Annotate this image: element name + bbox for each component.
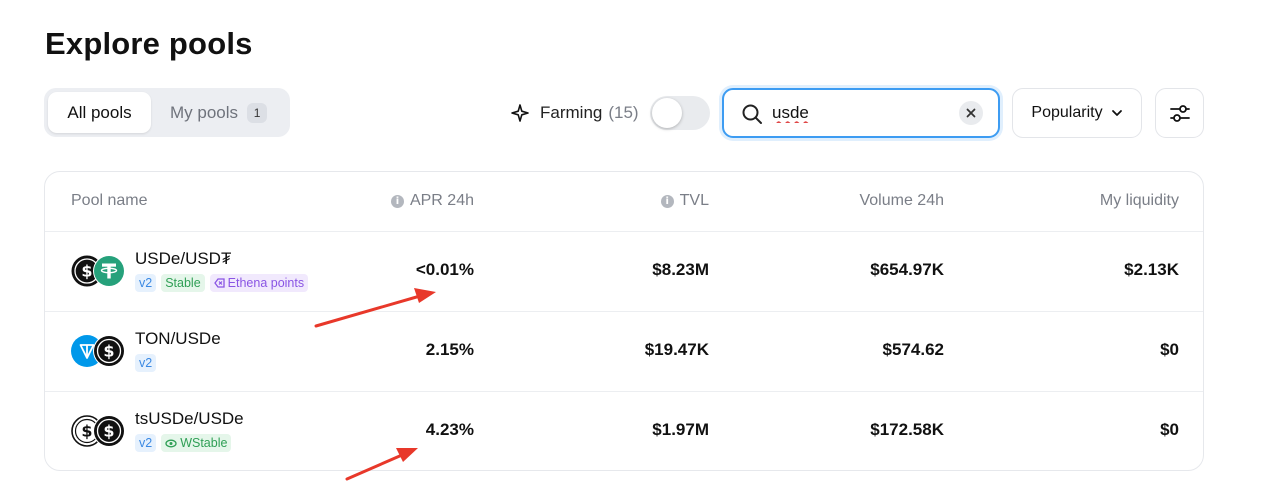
column-apr[interactable]: i APR 24h: [390, 192, 474, 210]
svg-text:$: $: [103, 422, 114, 441]
pool-tags: v2 WStable: [135, 434, 232, 452]
sort-dropdown[interactable]: Popularity: [1012, 88, 1142, 138]
tvl-value: $8.23M: [652, 260, 709, 279]
info-icon[interactable]: i: [660, 194, 674, 208]
pool-pair-name: TON/USDe: [135, 329, 221, 348]
column-my-liquidity[interactable]: My liquidity: [1100, 192, 1179, 210]
column-label: Volume 24h: [859, 192, 944, 209]
farming-label: Farming: [540, 103, 603, 122]
farming-toggle[interactable]: [650, 96, 710, 130]
sliders-icon: [1170, 105, 1190, 122]
liquidity-value: $0: [1160, 340, 1179, 359]
eye-icon: [165, 439, 177, 447]
pool-pair-name: tsUSDe/USDe: [135, 409, 244, 428]
tag-v2: v2: [135, 354, 157, 372]
pool-tabs: All pools My pools 1: [44, 88, 290, 137]
svg-text:$: $: [81, 422, 92, 441]
pair-icons: $: [71, 255, 129, 287]
pools-table: Pool name i APR 24h i TVL Volume 24h My …: [44, 171, 1204, 471]
page-title: Explore pools: [45, 26, 253, 61]
search-icon: [742, 104, 762, 124]
tab-my-pools[interactable]: My pools 1: [158, 92, 286, 133]
tag-wstable: WStable: [161, 434, 232, 452]
pool-tags: v2: [135, 354, 157, 372]
column-tvl[interactable]: i TVL: [660, 192, 709, 210]
toggle-knob: [652, 98, 682, 128]
svg-text:$: $: [81, 262, 92, 281]
tag-ethena-points: Ethena points: [209, 274, 309, 292]
tab-all-pools-label: All pools: [67, 102, 132, 122]
liquidity-value: $2.13K: [1124, 260, 1179, 279]
tag-stable: Stable: [161, 274, 205, 292]
clear-search-button[interactable]: [959, 101, 983, 125]
volume-value: $574.62: [882, 340, 944, 359]
tag-v2: v2: [135, 274, 157, 292]
sparkle-icon: [511, 104, 529, 122]
column-label: TVL: [679, 192, 709, 209]
column-label: My liquidity: [1099, 192, 1179, 209]
tether-coin-icon: [93, 255, 125, 287]
chevron-down-icon: [1111, 110, 1122, 116]
search-box: [722, 88, 1000, 138]
tag-wstable-label: WStable: [180, 436, 228, 450]
tab-all-pools[interactable]: All pools: [48, 92, 151, 133]
apr-value: 2.15%: [425, 340, 474, 359]
usde-coin-icon: $: [93, 415, 125, 447]
column-pool-name: Pool name: [71, 192, 148, 210]
pair-icons: $ $: [71, 415, 129, 447]
column-volume[interactable]: Volume 24h: [859, 192, 944, 210]
liquidity-value: $0: [1160, 420, 1179, 439]
sort-label: Popularity: [1031, 104, 1103, 121]
volume-value: $654.97K: [870, 260, 944, 279]
farming-count: (15): [608, 103, 639, 122]
table-row[interactable]: $ USDe/USD₮ v2 Stable Ethena points <0.0…: [45, 231, 1203, 312]
usde-coin-icon: $: [93, 335, 125, 367]
filter-settings-button[interactable]: [1155, 88, 1204, 138]
table-header: Pool name i APR 24h i TVL Volume 24h My …: [45, 172, 1203, 232]
search-input[interactable]: [772, 101, 952, 125]
farming-filter: Farming (15): [510, 100, 639, 126]
ethena-icon: [213, 278, 225, 288]
column-label: Pool name: [71, 192, 148, 209]
apr-value: <0.01%: [415, 260, 474, 279]
table-row[interactable]: $ $ tsUSDe/USDe v2 WStable 4.23% $1.97M …: [45, 391, 1203, 470]
svg-text:$: $: [103, 342, 114, 361]
tvl-value: $19.47K: [644, 340, 709, 359]
pool-tags: v2 Stable Ethena points: [135, 274, 309, 292]
tag-v2: v2: [135, 434, 157, 452]
volume-value: $172.58K: [870, 420, 944, 439]
info-icon[interactable]: i: [390, 194, 404, 208]
tag-ethena-label: Ethena points: [227, 276, 305, 290]
pair-icons: $: [71, 335, 129, 367]
pool-pair-name: USDe/USD₮: [135, 249, 232, 268]
table-row[interactable]: $ TON/USDe v2 2.15% $19.47K $574.62 $0: [45, 311, 1203, 392]
my-pools-count-badge: 1: [247, 102, 268, 123]
apr-value: 4.23%: [425, 420, 474, 439]
tvl-value: $1.97M: [652, 420, 709, 439]
column-label: APR 24h: [409, 192, 474, 209]
close-icon: [966, 108, 976, 118]
tab-my-pools-label: My pools: [170, 102, 239, 122]
